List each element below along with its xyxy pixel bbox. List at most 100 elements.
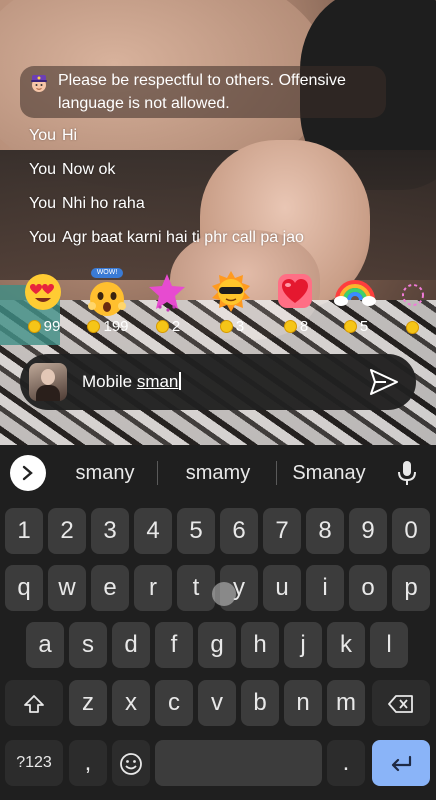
key-l[interactable]: l (370, 622, 408, 668)
key-j[interactable]: j (284, 622, 322, 668)
coin-icon (155, 320, 169, 333)
key-x[interactable]: x (112, 680, 150, 726)
chat-username: You (29, 127, 56, 144)
divider (157, 461, 158, 485)
wow-face-emoji-icon (88, 282, 126, 316)
coin-icon (283, 320, 297, 333)
gift-item[interactable]: 5 (326, 270, 386, 340)
key-7[interactable]: 7 (263, 508, 301, 554)
key-b[interactable]: b (241, 680, 279, 726)
expand-suggestions-button[interactable] (10, 455, 46, 491)
shift-key[interactable] (5, 680, 63, 726)
gift-item[interactable]: WOW! 199 (78, 268, 138, 340)
microphone-icon[interactable] (396, 460, 418, 486)
notice-text: Please be respectful to others. Offensiv… (58, 72, 346, 112)
input-composing-text: sman (136, 372, 179, 391)
rainbow-icon (334, 280, 376, 306)
symbols-key[interactable]: ?123 (5, 740, 63, 786)
gift-price: 199 (78, 318, 138, 336)
chat-message: You Hi (29, 126, 77, 146)
key-q[interactable]: q (5, 565, 43, 611)
chat-text: Now ok (62, 161, 116, 178)
gift-price: 3 (202, 318, 262, 336)
key-k[interactable]: k (327, 622, 365, 668)
gift-item[interactable]: 8 (266, 270, 326, 340)
input-value: Mobile (82, 372, 137, 391)
gift-item[interactable]: 2 (138, 270, 198, 340)
key-1[interactable]: 1 (5, 508, 43, 554)
comment-input[interactable]: Mobile sman (82, 371, 181, 393)
key-s[interactable]: s (69, 622, 107, 668)
enter-key[interactable] (372, 740, 430, 786)
key-4[interactable]: 4 (134, 508, 172, 554)
backspace-key[interactable] (372, 680, 430, 726)
gift-price: 2 (138, 318, 198, 336)
key-u[interactable]: u (263, 565, 301, 611)
key-p[interactable]: p (392, 565, 430, 611)
gift-item[interactable]: 99 (14, 270, 74, 340)
key-a[interactable]: a (26, 622, 64, 668)
wow-badge: WOW! (91, 268, 123, 278)
police-officer-icon (31, 75, 47, 92)
chat-message: You Nhi ho raha (29, 194, 145, 214)
key-n[interactable]: n (284, 680, 322, 726)
key-9[interactable]: 9 (349, 508, 387, 554)
gift-price: 5 (326, 318, 386, 336)
avatar[interactable] (29, 363, 67, 401)
chat-text: Agr baat karni hai ti phr call pa jao (62, 229, 304, 246)
period-key[interactable]: . (327, 740, 365, 786)
chat-message: You Now ok (29, 160, 115, 180)
key-f[interactable]: f (155, 622, 193, 668)
key-5[interactable]: 5 (177, 508, 215, 554)
key-2[interactable]: 2 (48, 508, 86, 554)
key-i[interactable]: i (306, 565, 344, 611)
key-8[interactable]: 8 (306, 508, 344, 554)
cool-sun-icon (212, 271, 250, 312)
key-h[interactable]: h (241, 622, 279, 668)
key-z[interactable]: z (69, 680, 107, 726)
key-0[interactable]: 0 (392, 508, 430, 554)
backspace-icon (388, 694, 413, 713)
key-w[interactable]: w (48, 565, 86, 611)
emoji-key[interactable] (112, 740, 150, 786)
gift-item[interactable]: 3 (202, 270, 262, 340)
touch-indicator (212, 582, 236, 606)
comment-input-bar[interactable] (20, 354, 416, 410)
gift-price: 99 (14, 318, 74, 336)
send-icon[interactable] (368, 367, 400, 397)
chat-message: You Agr baat karni hai ti phr call pa jao (29, 228, 304, 248)
chat-username: You (29, 229, 56, 246)
chat-text: Nhi ho raha (62, 195, 145, 212)
divider (276, 461, 277, 485)
key-3[interactable]: 3 (91, 508, 129, 554)
key-6[interactable]: 6 (220, 508, 258, 554)
coin-icon (27, 320, 41, 333)
chat-username: You (29, 195, 56, 212)
text-caret (179, 372, 181, 390)
chat-text: Hi (62, 127, 78, 144)
key-r[interactable]: r (134, 565, 172, 611)
pink-star-icon (149, 274, 185, 312)
key-m[interactable]: m (327, 680, 365, 726)
enter-icon (391, 755, 412, 771)
suggestion-2[interactable]: smamy (170, 460, 266, 486)
key-e[interactable]: e (91, 565, 129, 611)
gift-item-partial[interactable] (394, 270, 436, 340)
coin-icon (406, 321, 419, 334)
key-t[interactable]: t (177, 565, 215, 611)
comma-key[interactable]: , (69, 740, 107, 786)
key-d[interactable]: d (112, 622, 150, 668)
key-v[interactable]: v (198, 680, 236, 726)
coin-icon (87, 320, 101, 333)
key-o[interactable]: o (349, 565, 387, 611)
key-g[interactable]: g (198, 622, 236, 668)
key-c[interactable]: c (155, 680, 193, 726)
coin-icon (343, 320, 357, 333)
space-key[interactable] (155, 740, 322, 786)
suggestion-1[interactable]: smany (62, 460, 148, 486)
heart-eyes-emoji-icon (25, 274, 61, 310)
gift-price: 8 (266, 318, 326, 336)
suggestion-3[interactable]: Smanay (282, 460, 376, 486)
shift-icon (24, 694, 44, 713)
coin-icon (219, 320, 233, 333)
